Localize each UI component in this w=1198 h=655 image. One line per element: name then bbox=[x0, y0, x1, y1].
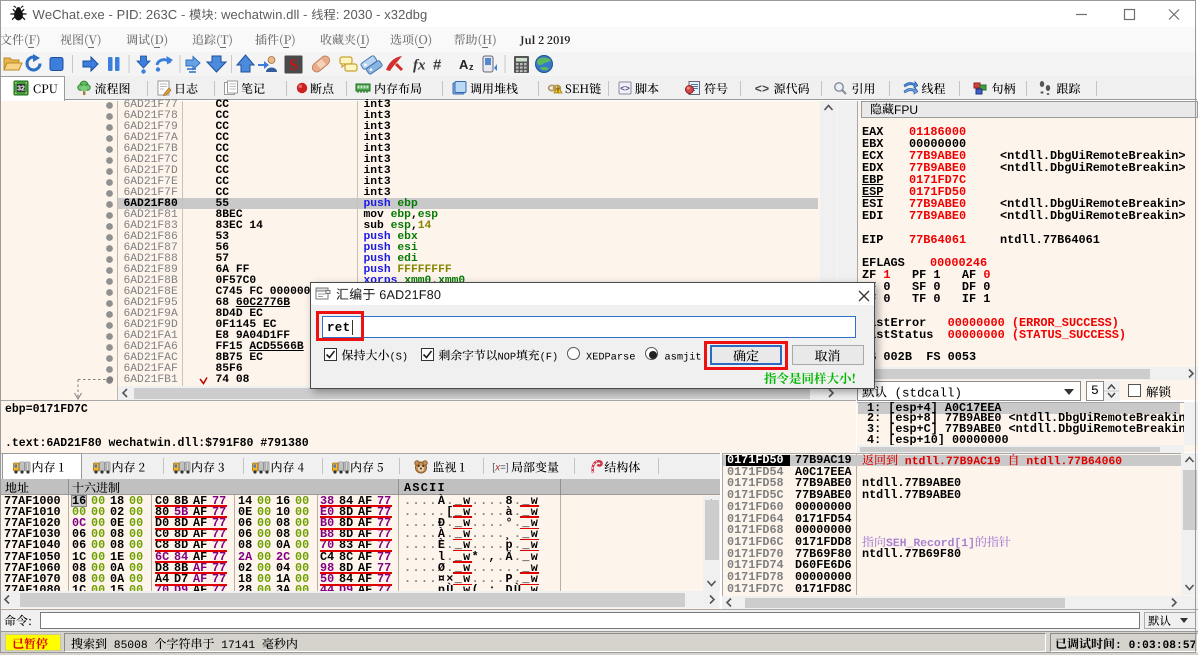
svg-text:!: ! bbox=[557, 89, 559, 95]
svg-text:z: z bbox=[469, 62, 474, 72]
svg-text:A: A bbox=[459, 57, 469, 72]
svg-text:[x=]: [x=] bbox=[492, 463, 509, 474]
svg-text:<>: <> bbox=[755, 83, 769, 97]
svg-text:#: # bbox=[433, 57, 442, 74]
svg-text:S: S bbox=[289, 57, 298, 74]
svg-text:<>: <> bbox=[620, 85, 630, 94]
svg-text:32: 32 bbox=[17, 86, 25, 93]
svg-text:fx: fx bbox=[413, 58, 426, 74]
